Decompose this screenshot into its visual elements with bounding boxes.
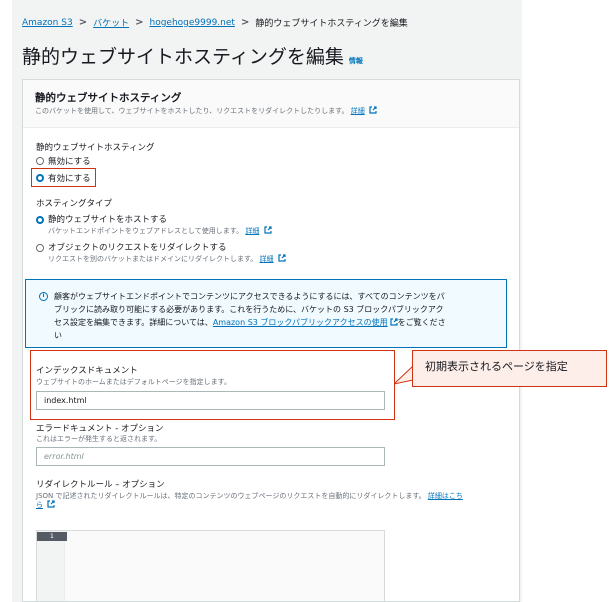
- redirect-detail-link[interactable]: 詳細: [260, 255, 274, 263]
- alert-line-2: ブリックに読み取り可能にする必要があります。これを行うために、バケットの S3 …: [54, 305, 444, 314]
- breadcrumb-current: 静的ウェブサイトホスティングを編集: [255, 19, 408, 29]
- panel-detail-link[interactable]: 詳細: [351, 107, 365, 115]
- block-public-access-link[interactable]: Amazon S3 ブロックパブリックアクセスの使用: [213, 318, 388, 327]
- chevron-right-icon: >: [135, 17, 144, 28]
- panel-header: 静的ウェブサイトホスティング このバケットを使用して、ウェブサイトをホストしたり…: [23, 80, 519, 128]
- external-link-icon: [390, 318, 398, 326]
- alert-line-1: 顧客がウェブサイトエンドポイントでコンテンツにアクセスできるようにするには、すべ…: [54, 292, 445, 301]
- breadcrumb-buckets[interactable]: バケット: [93, 16, 129, 29]
- host-static-desc: バケットエンドポイントをウェブアドレスとして使用します。 詳細: [48, 226, 272, 236]
- annotation-callout: 初期表示されるページを指定: [412, 350, 607, 387]
- breadcrumb: Amazon S3 > バケット > hogehoge9999.net > 静的…: [22, 16, 408, 29]
- error-document-desc: これはエラーが発生すると返されます。: [36, 435, 162, 443]
- info-alert: i 顧客がウェブサイトエンドポイントでコンテンツにアクセスできるようにするには、…: [25, 279, 507, 348]
- hosting-label: 静的ウェブサイトホスティング: [36, 143, 155, 153]
- redirect-rules-label: リダイレクトルール – オプション: [36, 480, 165, 490]
- alert-line-3-end: をご覧くださ: [397, 318, 446, 327]
- index-document-label: インデックスドキュメント: [36, 366, 138, 376]
- alert-line-4: い: [54, 331, 62, 340]
- error-document-label: エラードキュメント - オプション: [36, 424, 164, 434]
- index-document-input[interactable]: index.html: [36, 391, 385, 410]
- external-link-icon: [263, 226, 272, 234]
- external-link-icon: [369, 106, 377, 114]
- panel-description-text: このバケットを使用して、ウェブサイトをホストしたり、リクエストをリダイレクトした…: [35, 107, 349, 115]
- redirect-rules-editor[interactable]: 1: [36, 530, 385, 602]
- chevron-right-icon: >: [240, 17, 250, 28]
- page-title: 静的ウェブサイトホスティングを編集 情報: [22, 42, 363, 69]
- radio-redirect[interactable]: [36, 244, 44, 252]
- redirect-rules-desc: JSON で記述されたリダイレクトルールは、特定のコンテンツのウェブページのリク…: [36, 491, 463, 501]
- alert-line-3-text: セス設定を編集できます。詳細については、: [54, 318, 213, 327]
- hosting-type-label: ホスティングタイプ: [36, 199, 112, 209]
- callout-pointer: [394, 366, 414, 385]
- redirect-desc: リクエストを別のバケットまたはドメインにリダイレクトします。 詳細: [48, 254, 286, 264]
- breadcrumb-s3[interactable]: Amazon S3: [22, 18, 73, 28]
- external-link-icon: [278, 254, 286, 262]
- chevron-right-icon: >: [78, 17, 88, 28]
- alert-text: 顧客がウェブサイトエンドポイントでコンテンツにアクセスできるようにするには、すべ…: [54, 290, 500, 342]
- redirect-rules-desc-line2: ら: [36, 500, 55, 510]
- radio-redirect-label[interactable]: オブジェクトのリクエストをリダイレクトする: [48, 241, 227, 253]
- radio-disable-label[interactable]: 無効にする: [48, 155, 91, 167]
- error-document-input[interactable]: error.html: [36, 447, 385, 466]
- radio-enable[interactable]: [36, 174, 44, 182]
- redirect-rules-detail-link[interactable]: 詳細はこち: [428, 492, 463, 500]
- breadcrumb-bucket-name[interactable]: hogehoge9999.net: [149, 18, 234, 28]
- alert-line-3: セス設定を編集できます。詳細については、Amazon S3 ブロックパブリックア…: [54, 316, 500, 329]
- radio-enable-label[interactable]: 有効にする: [48, 172, 91, 184]
- page-title-text: 静的ウェブサイトホスティングを編集: [22, 46, 344, 68]
- redirect-desc-text: リクエストを別のバケットまたはドメインにリダイレクトします。: [48, 255, 258, 263]
- radio-disable[interactable]: [36, 157, 44, 165]
- radio-host-static-label[interactable]: 静的ウェブサイトをホストする: [48, 213, 167, 225]
- host-static-detail-link[interactable]: 詳細: [245, 227, 259, 235]
- panel-description: このバケットを使用して、ウェブサイトをホストしたり、リクエストをリダイレクトした…: [35, 106, 377, 116]
- radio-host-static[interactable]: [36, 216, 44, 224]
- editor-line-number: 1: [37, 532, 67, 541]
- redirect-rules-desc-text: JSON で記述されたリダイレクトルールは、特定のコンテンツのウェブページのリク…: [36, 492, 426, 500]
- external-link-icon: [47, 500, 55, 508]
- host-static-desc-text: バケットエンドポイントをウェブアドレスとして使用します。: [48, 227, 244, 235]
- info-link[interactable]: 情報: [349, 57, 363, 65]
- info-icon: i: [39, 292, 48, 301]
- panel-title: 静的ウェブサイトホスティング: [35, 92, 182, 104]
- index-document-desc: ウェブサイトのホームまたはデフォルトページを指定します。: [36, 378, 231, 386]
- editor-gutter: [37, 531, 65, 601]
- redirect-rules-detail-link-cont[interactable]: ら: [36, 501, 43, 509]
